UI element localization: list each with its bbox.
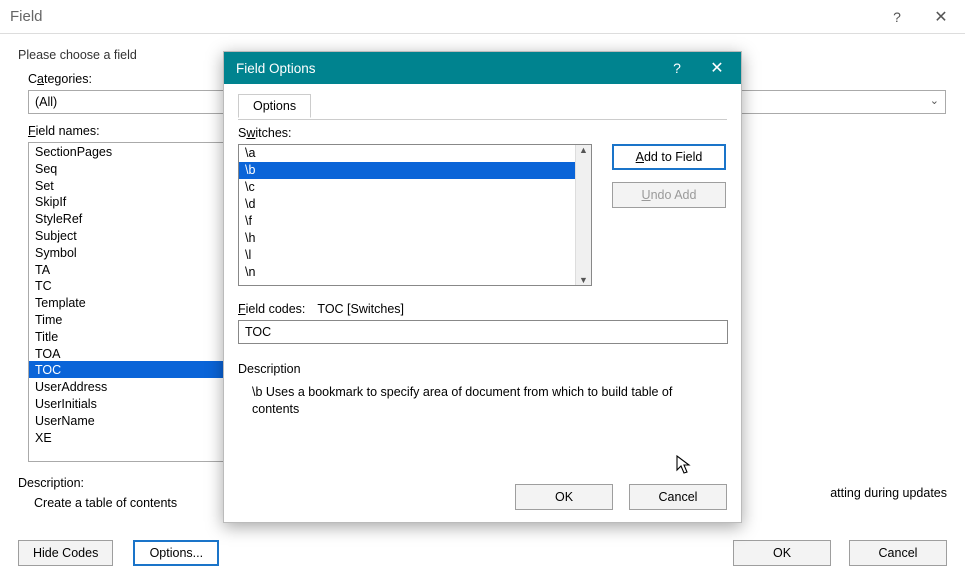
- undo-add-button[interactable]: Undo Add: [612, 182, 726, 208]
- field-bottom-buttons: Hide Codes Options... OK Cancel: [0, 538, 965, 568]
- fc-accel: F: [238, 302, 246, 316]
- categories-label-accel: a: [37, 72, 44, 86]
- options-description-text: \b Uses a bookmark to specify area of do…: [252, 384, 722, 418]
- field-options-title: Field Options: [236, 61, 316, 76]
- field-name-item[interactable]: Subject: [29, 227, 227, 244]
- options-bottom-buttons: OK Cancel: [224, 484, 741, 522]
- scroll-down-icon[interactable]: ▼: [579, 275, 588, 285]
- switch-item[interactable]: \d: [239, 196, 575, 213]
- field-options-dialog: Field Options ? ✕ Options Switches: \a\b…: [223, 51, 742, 523]
- undo-rest: ndo Add: [651, 188, 697, 202]
- field-options-titlebar: Field Options ? ✕: [224, 52, 741, 84]
- categories-label-pre: C: [28, 72, 37, 86]
- undo-accel: U: [642, 188, 651, 202]
- field-codes-label: Field codes:: [238, 302, 305, 316]
- field-help-icon[interactable]: ?: [877, 0, 917, 34]
- field-name-item[interactable]: StyleRef: [29, 210, 227, 227]
- field-name-item[interactable]: TA: [29, 261, 227, 278]
- field-name-item[interactable]: UserInitials: [29, 395, 227, 412]
- options-close-icon[interactable]: ✕: [697, 52, 737, 84]
- add-rest: dd to Field: [644, 150, 702, 164]
- add-accel: A: [636, 150, 644, 164]
- field-codes-format: TOC [Switches]: [317, 302, 404, 316]
- field-name-item[interactable]: SectionPages: [29, 143, 227, 160]
- switches-label: Switches:: [238, 126, 727, 140]
- fc-rest: ield codes:: [246, 302, 306, 316]
- field-name-item[interactable]: XE: [29, 429, 227, 446]
- field-name-item[interactable]: UserName: [29, 412, 227, 429]
- field-name-item[interactable]: Symbol: [29, 244, 227, 261]
- chevron-down-icon: ⌄: [930, 94, 939, 107]
- switch-item[interactable]: \c: [239, 179, 575, 196]
- switches-side-buttons: Add to Field Undo Add: [612, 144, 726, 208]
- field-close-icon[interactable]: ✕: [921, 0, 961, 34]
- field-codes-row: Field codes: TOC [Switches]: [238, 302, 727, 316]
- field-name-item[interactable]: Title: [29, 328, 227, 345]
- field-name-item[interactable]: TC: [29, 277, 227, 294]
- switch-item[interactable]: \a: [239, 145, 575, 162]
- tab-options[interactable]: Options: [238, 94, 311, 118]
- switch-item[interactable]: \f: [239, 213, 575, 230]
- field-codes-value: TOC: [245, 325, 271, 339]
- switches-list[interactable]: \a\b\c\d\f\h\l\n ▲ ▼: [238, 144, 592, 286]
- switch-item[interactable]: \b: [239, 162, 575, 179]
- field-titlebar: Field ? ✕: [0, 0, 965, 34]
- options-description-label: Description: [238, 362, 727, 376]
- preserve-formatting-text: atting during updates: [830, 486, 947, 500]
- options-ok-button[interactable]: OK: [515, 484, 613, 510]
- field-names-list[interactable]: SectionPagesSeqSetSkipIfStyleRefSubjectS…: [28, 142, 228, 462]
- options-cancel-button[interactable]: Cancel: [629, 484, 727, 510]
- field-name-item[interactable]: TOA: [29, 345, 227, 362]
- hide-codes-button[interactable]: Hide Codes: [18, 540, 113, 566]
- switch-item[interactable]: \h: [239, 230, 575, 247]
- switches-row: \a\b\c\d\f\h\l\n ▲ ▼ Add to Field Undo A…: [238, 144, 727, 286]
- options-help-icon[interactable]: ?: [657, 52, 697, 84]
- switch-item[interactable]: \l: [239, 247, 575, 264]
- switches-label-post: itches:: [255, 126, 291, 140]
- field-name-item[interactable]: Time: [29, 311, 227, 328]
- field-codes-input[interactable]: TOC: [238, 320, 728, 344]
- field-name-item[interactable]: TOC: [29, 361, 227, 378]
- scroll-up-icon[interactable]: ▲: [579, 145, 588, 155]
- field-name-item[interactable]: UserAddress: [29, 378, 227, 395]
- field-name-item[interactable]: Template: [29, 294, 227, 311]
- field-ok-button[interactable]: OK: [733, 540, 831, 566]
- field-name-item[interactable]: Set: [29, 177, 227, 194]
- categories-value: (All): [35, 95, 57, 109]
- switch-item[interactable]: \n: [239, 264, 575, 281]
- options-tabstrip: Options: [238, 94, 727, 120]
- field-options-body: Options Switches: \a\b\c\d\f\h\l\n ▲ ▼ A…: [224, 84, 741, 484]
- categories-label-post: tegories:: [44, 72, 92, 86]
- field-names-label-post: ield names:: [36, 124, 100, 138]
- field-cancel-button[interactable]: Cancel: [849, 540, 947, 566]
- field-name-item[interactable]: SkipIf: [29, 193, 227, 210]
- field-dialog-title: Field: [10, 8, 43, 25]
- switches-scrollbar[interactable]: ▲ ▼: [575, 145, 591, 285]
- field-names-label-accel: F: [28, 124, 36, 138]
- add-to-field-button[interactable]: Add to Field: [612, 144, 726, 170]
- field-name-item[interactable]: Seq: [29, 160, 227, 177]
- options-button[interactable]: Options...: [133, 540, 219, 566]
